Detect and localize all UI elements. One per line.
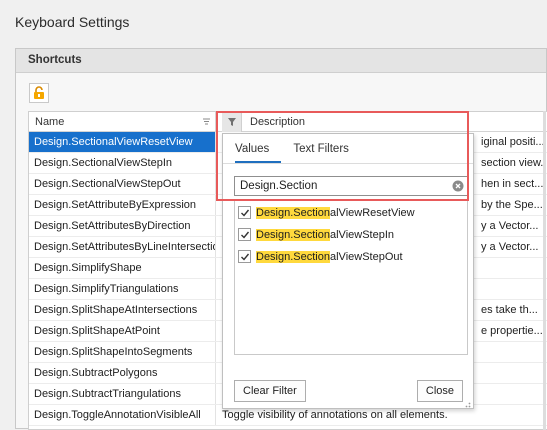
group-header: Shortcuts [16,49,546,73]
sort-icon[interactable] [202,117,211,126]
filter-value-list: Design.Section alViewResetView Design.Sect… [234,200,468,355]
filter-tabs: Values Text Filters [223,134,473,164]
value-rest: alViewStepIn [330,228,395,241]
row-name-cell[interactable]: Design.SetAttributesByLineIntersection [29,237,216,257]
vertical-scrollbar[interactable] [543,111,546,430]
checkbox[interactable] [238,250,251,263]
row-name-cell[interactable]: Design.SectionalViewStepIn [29,153,216,173]
column-header-description-label: Description [250,116,306,128]
row-name-cell[interactable]: Design.SplitShapeAtIntersections [29,300,216,320]
filter-value-item[interactable]: Design.Section alViewStepIn [235,224,467,245]
row-name-cell[interactable]: Design.SectionalViewResetView [29,132,216,152]
row-name-cell[interactable]: Design.SectionalViewStepOut [29,174,216,194]
filter-value-item[interactable]: Design.Section alViewStepOut [235,246,467,267]
row-name-cell[interactable]: Design.SubtractPolygons [29,363,216,383]
unlock-button[interactable] [29,83,49,103]
filter-value-item[interactable]: Design.Section alViewResetView [235,202,467,223]
column-filter-button[interactable] [222,112,242,132]
checkmark-icon [240,231,249,239]
row-name-cell[interactable]: Design.SplitShapeAtPoint [29,321,216,341]
resize-grip-icon[interactable] [463,400,471,408]
clear-filter-button[interactable]: Clear Filter [234,380,306,402]
checkmark-icon [240,253,249,261]
tab-values[interactable]: Values [235,134,282,163]
row-name-cell[interactable]: Design.SubtractTriangulations [29,384,216,404]
match-highlight: Design.Section [256,206,330,219]
window-title: Keyboard Settings [15,14,130,30]
column-header-description[interactable]: Description [216,112,547,131]
filter-footer: Clear Filter Close [223,366,473,410]
value-rest: alViewStepOut [330,250,403,263]
unlock-icon [34,86,44,99]
tab-text-filters[interactable]: Text Filters [293,134,361,163]
match-highlight: Design.Section [256,250,330,263]
filter-search-value: Design.Section [240,180,318,192]
clear-circle-icon[interactable] [452,180,464,192]
column-header-name-label: Name [35,116,65,128]
row-name-cell[interactable]: Design.SetAttributesByDirection [29,216,216,236]
checkmark-icon [240,209,249,217]
funnel-icon [227,118,236,126]
grid-header: Name Description [29,112,547,132]
value-rest: alViewResetView [330,206,415,219]
filter-search-input[interactable]: Design.Section [234,176,468,196]
row-name-cell[interactable]: Design.SimplifyTriangulations [29,279,216,299]
checkbox[interactable] [238,228,251,241]
filter-popup: Values Text Filters Design.Section Desig… [222,133,474,409]
match-highlight: Design.Section [256,228,330,241]
column-header-name[interactable]: Name [29,112,216,131]
close-button[interactable]: Close [416,380,463,402]
row-name-cell[interactable]: Design.ToggleAnnotationVisibleAll [29,405,216,425]
row-name-cell[interactable]: Design.SetAttributeByExpression [29,195,216,215]
checkbox[interactable] [238,206,251,219]
row-name-cell[interactable]: Design.SimplifyShape [29,258,216,278]
row-name-cell[interactable]: Design.SplitShapeIntoSegments [29,342,216,362]
